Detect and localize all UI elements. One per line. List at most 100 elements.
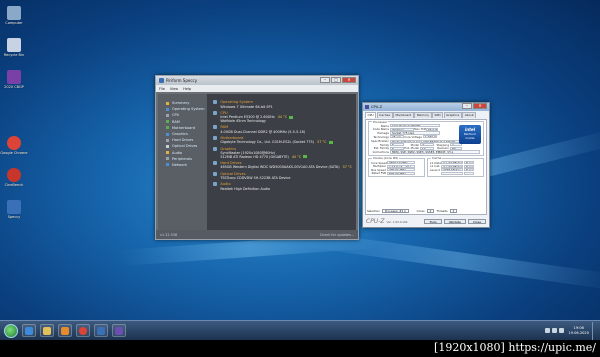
cpuz-window[interactable]: CPU-Z – ✕ CPU Caches Mainboard Memory SP… xyxy=(362,102,490,228)
sidebar-label: CPU xyxy=(172,113,180,118)
desktop-icon-cbgp[interactable]: 2020 CBGP xyxy=(0,70,28,89)
tab-memory[interactable]: Memory xyxy=(414,112,432,118)
show-desktop-button[interactable] xyxy=(592,321,596,340)
internet-explorer-icon xyxy=(25,326,33,335)
minimize-button[interactable]: – xyxy=(462,103,472,109)
ram-icon xyxy=(166,120,169,124)
selection-row: Selection Processor #1 ▾ Cores 2 Threads… xyxy=(367,209,485,213)
group-title: Cache xyxy=(431,156,443,161)
check-updates-link[interactable]: Check for updates... xyxy=(320,233,354,237)
tab-graphics[interactable]: Graphics xyxy=(443,112,462,118)
network-icon[interactable] xyxy=(552,328,558,333)
cpuz-titlebar[interactable]: CPU-Z – ✕ xyxy=(363,103,489,111)
desktop-icon-recycle-bin[interactable]: Recycle Bin xyxy=(0,38,28,57)
intel-pentium-logo: intel Pentium inside xyxy=(459,125,481,144)
taskbar-app-speccy[interactable] xyxy=(94,324,108,337)
sidebar-label: Operating System xyxy=(172,107,205,112)
tools-button[interactable]: Tools xyxy=(424,219,442,224)
maximize-button[interactable]: □ xyxy=(331,76,341,83)
menubar: File View Help xyxy=(156,85,358,92)
taskbar-app-cpu-z[interactable] xyxy=(112,324,126,337)
speccy-body: Summary Operating System CPU RAM Motherb… xyxy=(158,94,356,230)
cinebench-icon xyxy=(7,168,21,182)
section-cpu: CPU Intel Pentium E5300 @ 2.60GHz 44 °C W… xyxy=(213,110,352,124)
tab-cpu[interactable]: CPU xyxy=(365,112,377,118)
disc-icon xyxy=(166,144,169,148)
speccy-window[interactable]: Piriform Speccy – □ ✕ File View Help Sum… xyxy=(155,75,359,240)
minimize-button[interactable]: – xyxy=(320,76,330,83)
motherboard-icon xyxy=(213,136,218,141)
sidebar-item-network[interactable]: Network xyxy=(166,162,207,168)
sidebar-label: Audio xyxy=(172,150,183,155)
clock[interactable]: 19:06 19.06.2020 xyxy=(568,326,589,335)
temperature-indicator xyxy=(328,140,333,144)
sidebar-label: Peripherals xyxy=(172,156,193,161)
tab-about[interactable]: About xyxy=(462,112,477,118)
desktop: Computer Recycle Bin 2020 CBGP Google Ch… xyxy=(0,0,600,340)
window-title: CPU-Z xyxy=(371,105,383,109)
threads-label: Threads xyxy=(436,209,448,213)
speccy-summary-panel: Operating System Windows 7 Ultimate 64-b… xyxy=(207,94,356,230)
hard-drive-icon xyxy=(213,161,218,166)
start-button[interactable] xyxy=(4,323,18,338)
speccy-sidebar: Summary Operating System CPU RAM Motherb… xyxy=(158,94,207,230)
sidebar-label: Hard Drives xyxy=(172,138,194,143)
desktop-icon-label: CineBench xyxy=(4,183,24,187)
menu-file[interactable]: File xyxy=(159,87,165,91)
section-title: Audio xyxy=(220,182,231,187)
section-line: 512MB ATI Radeon HD 4770 (GIGABYTE) xyxy=(220,154,289,159)
field-value: 45 nm xyxy=(390,134,404,139)
tab-spd[interactable]: SPD xyxy=(432,112,444,118)
desktop-icon-speccy[interactable]: Speccy xyxy=(0,200,28,219)
section-ram: RAM 4.00GB Dual-Channel DDR2 @ 400MHz (5… xyxy=(213,125,352,134)
temperature-value: 37 °C xyxy=(317,140,327,145)
keyboard-layout-icon[interactable] xyxy=(545,328,551,333)
chrome-icon xyxy=(7,136,21,150)
desktop-icon-cinebench[interactable]: CineBench xyxy=(0,168,28,187)
speccy-icon xyxy=(7,200,21,214)
tab-caches[interactable]: Caches xyxy=(376,112,393,118)
cache-group: Cache L1 Data 2 x 32 KBytes 8-way L1 Inst.… xyxy=(427,156,484,178)
speaker-icon xyxy=(166,151,169,155)
group-title: Processor xyxy=(372,119,389,124)
speccy-statusbar: v1.22.536 Check for updates... xyxy=(156,230,358,239)
section-line: TSSTcorp CDDVDW SH-S223B ATA Device xyxy=(220,176,291,181)
clock-row: Rated FSB 800.03 MHz xyxy=(371,171,422,175)
close-button[interactable]: ✕ xyxy=(473,103,487,109)
field-label: Level 2 xyxy=(430,167,441,172)
validate-button[interactable]: Validate xyxy=(443,219,466,224)
field-label: Technology xyxy=(373,134,389,139)
desktop-icon-chrome[interactable]: Google Chrome xyxy=(0,136,28,155)
watermark-strip: [1920x1080] https://upic.me/ xyxy=(0,340,600,357)
taskbar-app-internet-explorer[interactable] xyxy=(22,324,36,337)
section-audio: Audio Realtek High Definition Audio xyxy=(213,182,352,191)
taskbar-app-media-player[interactable] xyxy=(58,324,72,337)
tab-mainboard[interactable]: Mainboard xyxy=(393,112,414,118)
app-icon xyxy=(7,70,21,84)
section-line: 4.00GB Dual-Channel DDR2 @ 400MHz (5-5-5… xyxy=(220,129,306,134)
mouse-icon xyxy=(166,157,169,161)
speccy-titlebar[interactable]: Piriform Speccy – □ ✕ xyxy=(156,76,358,85)
menu-view[interactable]: View xyxy=(170,87,178,91)
section-line: Wolfdale 45nm Technology xyxy=(220,119,266,124)
temperature-value: 44 °C xyxy=(277,115,288,120)
cpu-icon xyxy=(213,110,218,115)
monitor-icon xyxy=(166,132,169,136)
temperature-indicator xyxy=(289,115,294,119)
volume-icon[interactable] xyxy=(559,328,565,333)
clock-date: 19.06.2020 xyxy=(568,330,589,335)
cpuz-brand: CPU-Z xyxy=(366,218,385,225)
section-operating-system: Operating System Windows 7 Ultimate 64-b… xyxy=(213,100,352,109)
desktop-icon-computer[interactable]: Computer xyxy=(0,6,28,25)
sidebar-label: RAM xyxy=(172,119,180,124)
taskbar-app-file-explorer[interactable] xyxy=(40,324,54,337)
close-button[interactable]: ✕ xyxy=(342,76,356,83)
section-optical-drives: Optical Drives TSSTcorp CDDVDW SH-S223B … xyxy=(213,171,352,181)
processor-select[interactable]: Processor #1 ▾ xyxy=(381,209,409,213)
menu-help[interactable]: Help xyxy=(183,87,191,91)
field-value: 1.260 V xyxy=(423,134,437,139)
windows-icon xyxy=(166,107,169,111)
close-cpuz-button[interactable]: Close xyxy=(467,219,486,224)
taskbar-app-chrome[interactable] xyxy=(76,324,90,337)
cpu-z-icon xyxy=(115,326,123,335)
